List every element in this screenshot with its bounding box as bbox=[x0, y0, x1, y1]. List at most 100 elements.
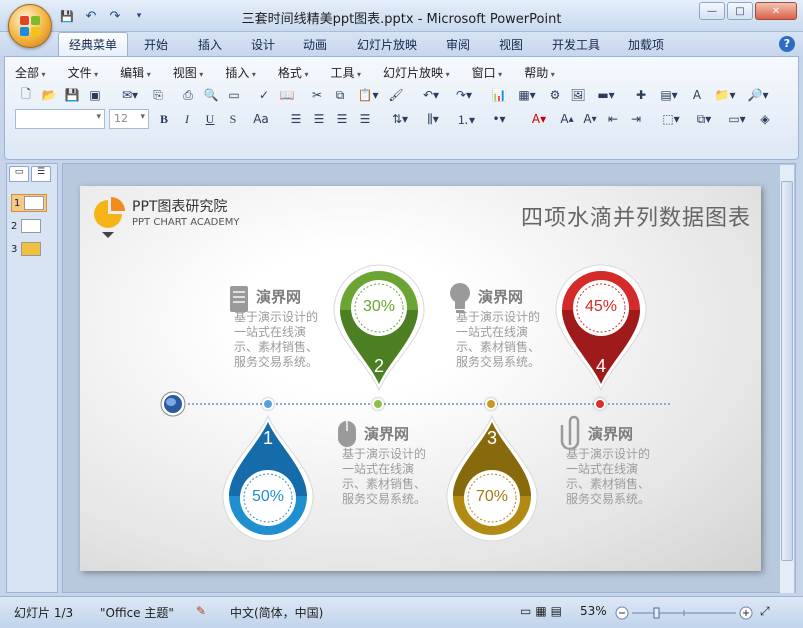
menu-format[interactable]: 格式 bbox=[278, 64, 309, 81]
redo-icon[interactable]: ↷▾ bbox=[448, 85, 480, 105]
menu-file[interactable]: 文件 bbox=[68, 64, 99, 81]
tab-slideshow[interactable]: 幻灯片放映 bbox=[357, 36, 417, 53]
insert-chart-icon[interactable]: 📊 bbox=[488, 85, 510, 105]
tab-developer[interactable]: 开发工具 bbox=[552, 36, 600, 53]
save-icon[interactable]: 💾 bbox=[61, 85, 83, 105]
align-right-icon[interactable]: ☰ bbox=[331, 109, 353, 129]
menu-help[interactable]: 帮助 bbox=[524, 64, 555, 81]
menu-slideshow[interactable]: 幻灯片放映 bbox=[383, 64, 450, 81]
font-color-icon[interactable]: A▾ bbox=[523, 109, 555, 129]
tab-animations[interactable]: 动画 bbox=[303, 36, 327, 53]
permission-icon[interactable]: ▣ bbox=[84, 85, 106, 105]
justify-icon[interactable]: ☰ bbox=[354, 109, 376, 129]
paste-icon[interactable]: 📋▾ bbox=[352, 85, 384, 105]
menu-all[interactable]: 全部 bbox=[15, 64, 46, 81]
textbox-icon[interactable]: A bbox=[686, 85, 708, 105]
timeline-node bbox=[262, 398, 274, 410]
menu-edit[interactable]: 编辑 bbox=[120, 64, 151, 81]
zoom-slider[interactable] bbox=[614, 605, 754, 621]
arrange-icon[interactable]: ⧉▾ bbox=[688, 109, 720, 129]
help-icon[interactable]: ? bbox=[779, 36, 795, 52]
insert-table-icon[interactable]: ▦▾ bbox=[511, 85, 543, 105]
text-direction-icon[interactable]: ⇅▾ bbox=[384, 109, 416, 129]
research-icon[interactable]: 📖 bbox=[276, 85, 298, 105]
picture-icon[interactable]: 🖼 bbox=[567, 85, 589, 105]
office-button[interactable] bbox=[8, 4, 52, 48]
copy-icon[interactable]: ⧉ bbox=[329, 85, 351, 105]
maximize-button[interactable]: □ bbox=[727, 2, 753, 20]
lightbulb-icon bbox=[450, 283, 470, 313]
menu-view[interactable]: 视图 bbox=[173, 64, 204, 81]
slide-thumbnail[interactable]: 3 bbox=[11, 242, 42, 256]
publish-icon[interactable]: ⎘ bbox=[147, 85, 169, 105]
drop-number: 3 bbox=[486, 428, 497, 448]
decrease-indent-icon[interactable]: ⇤ bbox=[602, 109, 624, 129]
shrink-font-icon[interactable]: A ▾ bbox=[579, 109, 601, 129]
clip-art-icon[interactable]: ⚙ bbox=[544, 85, 566, 105]
print-icon[interactable]: ⎙ bbox=[177, 85, 199, 105]
bold-button[interactable]: B bbox=[153, 109, 175, 129]
cut-icon[interactable]: ✂ bbox=[306, 85, 328, 105]
slide[interactable]: PPT图表研究院 PPT CHART ACADEMY 四项水滴并列数据图表 1 … bbox=[80, 186, 761, 571]
format-painter-icon[interactable]: 🖌 bbox=[385, 85, 407, 105]
tab-design[interactable]: 设计 bbox=[251, 36, 275, 53]
tab-classic-menu[interactable]: 经典菜单 bbox=[58, 32, 129, 56]
grow-font-icon[interactable]: A ▴ bbox=[556, 109, 578, 129]
new-icon[interactable]: 🗋 bbox=[15, 85, 37, 105]
column-icon[interactable]: ⫼▾ bbox=[417, 109, 449, 129]
language-indicator[interactable]: 中文(简体，中国) bbox=[230, 604, 323, 621]
zoom-icon[interactable]: 🔎▾ bbox=[742, 85, 774, 105]
slide-number: 3 bbox=[11, 243, 18, 255]
slide-thumbnail[interactable]: 1 bbox=[11, 194, 48, 212]
font-size-select[interactable]: 12 bbox=[109, 109, 149, 129]
fit-window-icon[interactable]: ⤢ bbox=[760, 604, 770, 619]
scrollbar-thumb[interactable] bbox=[781, 181, 793, 561]
slides-tab[interactable]: ▭ bbox=[9, 166, 29, 182]
numbering-icon[interactable]: ⒈▾ bbox=[450, 109, 482, 129]
menu-tools[interactable]: 工具 bbox=[330, 64, 361, 81]
underline-button[interactable]: U bbox=[199, 109, 221, 129]
email-icon[interactable]: ✉▾ bbox=[114, 85, 146, 105]
slide-thumbnail[interactable]: 2 bbox=[11, 219, 42, 233]
align-left-icon[interactable]: ☰ bbox=[285, 109, 307, 129]
increase-indent-icon[interactable]: ⇥ bbox=[625, 109, 647, 129]
menu-window[interactable]: 窗口 bbox=[472, 64, 503, 81]
open-icon[interactable]: 📂 bbox=[38, 85, 60, 105]
view-buttons[interactable]: ▭▦▤ bbox=[520, 604, 566, 618]
tab-addins[interactable]: 加载项 bbox=[628, 36, 664, 53]
minimize-button[interactable]: — bbox=[699, 2, 725, 20]
theme-name[interactable]: "Office 主题" bbox=[100, 604, 174, 621]
shapes-icon[interactable]: ⬚▾ bbox=[655, 109, 687, 129]
change-case-button[interactable]: Aa bbox=[245, 109, 277, 129]
vertical-scrollbar[interactable] bbox=[780, 165, 794, 593]
layout-icon[interactable]: ▤▾ bbox=[653, 85, 685, 105]
color-grayscale-icon[interactable]: ▬▾ bbox=[590, 85, 622, 105]
water-drop-4: 45% 4 bbox=[552, 262, 650, 392]
italic-button[interactable]: I bbox=[176, 109, 198, 129]
outline-tab[interactable]: ☰ bbox=[31, 166, 51, 182]
slide-icon[interactable]: ▭ bbox=[223, 85, 245, 105]
bullets-icon[interactable]: •▾ bbox=[483, 109, 515, 129]
shape-fill-icon[interactable]: ◈ bbox=[754, 109, 776, 129]
undo-icon[interactable]: ↶▾ bbox=[415, 85, 447, 105]
font-name-select[interactable] bbox=[15, 109, 105, 129]
tab-home[interactable]: 开始 bbox=[144, 36, 168, 53]
zoom-level[interactable]: 53% bbox=[580, 604, 607, 618]
shadow-button[interactable]: S bbox=[222, 109, 244, 129]
align-center-icon[interactable]: ☰ bbox=[308, 109, 330, 129]
quick-styles-icon[interactable]: ▭▾ bbox=[721, 109, 753, 129]
timeline-node bbox=[372, 398, 384, 410]
print-preview-icon[interactable]: 🔍 bbox=[200, 85, 222, 105]
folder-icon[interactable]: 📁▾ bbox=[709, 85, 741, 105]
new-slide-icon[interactable]: ✚ bbox=[630, 85, 652, 105]
tab-view[interactable]: 视图 bbox=[499, 36, 523, 53]
timeline-node bbox=[485, 398, 497, 410]
tab-insert[interactable]: 插入 bbox=[198, 36, 222, 53]
menu-insert[interactable]: 插入 bbox=[225, 64, 256, 81]
tab-review[interactable]: 审阅 bbox=[446, 36, 470, 53]
water-drop-1: 1 50% bbox=[219, 414, 317, 544]
spelling-icon[interactable]: ✓ bbox=[253, 85, 275, 105]
spell-check-icon[interactable]: ✎ bbox=[196, 604, 206, 618]
panel-tabs: ▭ ☰ bbox=[9, 166, 51, 182]
close-button[interactable]: ✕ bbox=[755, 2, 797, 20]
